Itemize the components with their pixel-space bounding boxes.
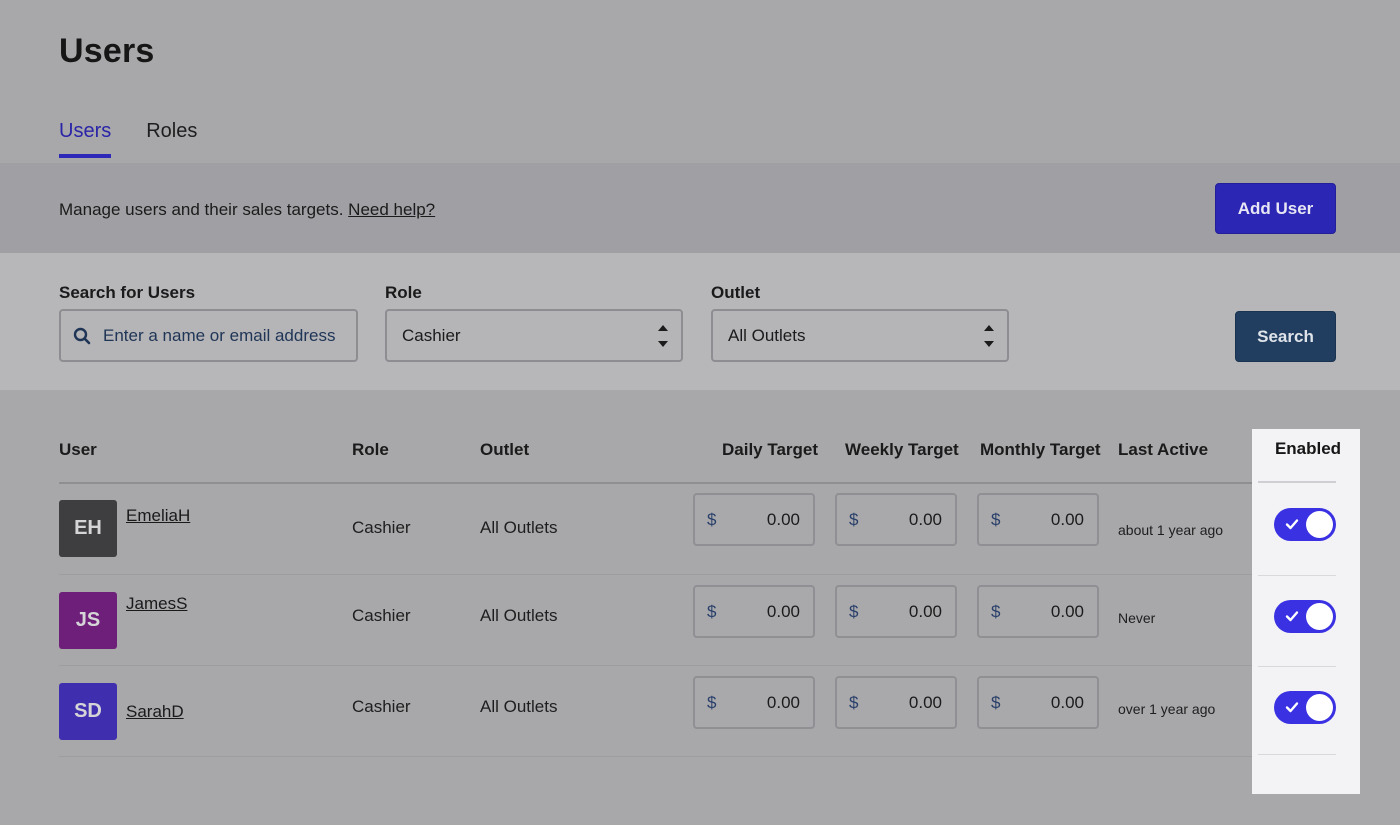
row-divider (1258, 575, 1336, 576)
header-weekly-target: Weekly Target (845, 440, 959, 459)
user-role: Cashier (352, 697, 411, 716)
table-row: EH EmeliaH Cashier All Outlets $ $ $ abo… (59, 484, 1336, 575)
currency-symbol: $ (707, 692, 717, 712)
search-icon (73, 327, 91, 344)
daily-target-field[interactable]: $ (693, 493, 815, 546)
user-role: Cashier (352, 518, 411, 537)
role-select[interactable]: Cashier (385, 309, 683, 362)
currency-symbol: $ (849, 692, 859, 712)
daily-target-input[interactable] (730, 692, 800, 713)
monthly-target-input[interactable] (1014, 509, 1084, 530)
select-arrows-icon (984, 325, 994, 347)
info-band: Manage users and their sales targets. Ne… (0, 163, 1400, 253)
header-outlet: Outlet (480, 440, 530, 459)
weekly-target-field[interactable]: $ (835, 676, 957, 729)
currency-symbol: $ (707, 509, 717, 529)
row-divider (59, 756, 1336, 757)
info-description: Manage users and their sales targets. (59, 200, 344, 219)
table-row: JS JamesS Cashier All Outlets $ $ $ Neve… (59, 575, 1336, 666)
search-field[interactable] (59, 309, 358, 362)
header-role: Role (352, 440, 389, 459)
row-divider (1258, 754, 1336, 755)
monthly-target-field[interactable]: $ (977, 676, 1099, 729)
search-label: Search for Users (59, 283, 196, 302)
tab-bar: Users Roles (59, 120, 197, 158)
users-page: Users Users Roles Manage users and their… (0, 0, 1400, 825)
daily-target-field[interactable]: $ (693, 585, 815, 638)
currency-symbol: $ (991, 601, 1001, 621)
info-text: Manage users and their sales targets. Ne… (59, 200, 435, 220)
daily-target-field[interactable]: $ (693, 676, 815, 729)
enabled-toggle[interactable] (1274, 508, 1336, 541)
header-divider (1258, 481, 1336, 483)
monthly-target-field[interactable]: $ (977, 493, 1099, 546)
table-row: SD SarahD Cashier All Outlets $ $ $ over… (59, 666, 1336, 757)
user-name-link[interactable]: EmeliaH (126, 506, 190, 526)
weekly-target-input[interactable] (872, 509, 942, 530)
toggle-knob (1306, 603, 1333, 630)
check-icon (1285, 611, 1299, 622)
weekly-target-input[interactable] (872, 692, 942, 713)
currency-symbol: $ (849, 601, 859, 621)
header-last-active: Last Active (1118, 440, 1209, 459)
tab-users[interactable]: Users (59, 120, 112, 158)
user-name-link[interactable]: SarahD (126, 702, 184, 722)
user-role: Cashier (352, 606, 411, 625)
monthly-target-input[interactable] (1014, 692, 1084, 713)
header-monthly-target: Monthly Target (980, 440, 1101, 459)
add-user-button[interactable]: Add User (1215, 183, 1336, 234)
role-select-value: Cashier (402, 325, 461, 345)
check-icon (1285, 702, 1299, 713)
last-active: about 1 year ago (1118, 522, 1224, 538)
toggle-knob (1306, 511, 1333, 538)
weekly-target-field[interactable]: $ (835, 585, 957, 638)
weekly-target-input[interactable] (872, 601, 942, 622)
page-title: Users (59, 32, 155, 70)
enabled-toggle[interactable] (1274, 691, 1336, 724)
user-outlet: All Outlets (480, 518, 558, 537)
currency-symbol: $ (991, 509, 1001, 529)
outlet-label: Outlet (711, 283, 761, 302)
daily-target-input[interactable] (730, 601, 800, 622)
monthly-target-field[interactable]: $ (977, 585, 1099, 638)
filter-band: Search for Users Role Cashier Outlet All… (0, 253, 1400, 390)
users-table: User Role Outlet Daily Target Weekly Tar… (0, 390, 1400, 825)
last-active: over 1 year ago (1118, 701, 1216, 717)
avatar: EH (59, 500, 117, 557)
outlet-select[interactable]: All Outlets (711, 309, 1009, 362)
outlet-select-value: All Outlets (728, 325, 806, 345)
header-enabled: Enabled (1274, 439, 1342, 458)
daily-target-input[interactable] (730, 509, 800, 530)
search-button[interactable]: Search (1235, 311, 1336, 362)
check-icon (1285, 519, 1299, 530)
header-user: User (59, 440, 97, 459)
user-outlet: All Outlets (480, 606, 558, 625)
currency-symbol: $ (707, 601, 717, 621)
select-arrows-icon (658, 325, 668, 347)
user-name-link[interactable]: JamesS (126, 594, 187, 614)
toggle-knob (1306, 694, 1333, 721)
last-active: Never (1118, 610, 1156, 626)
monthly-target-input[interactable] (1014, 601, 1084, 622)
weekly-target-field[interactable]: $ (835, 493, 957, 546)
avatar: SD (59, 683, 117, 740)
enabled-toggle[interactable] (1274, 600, 1336, 633)
need-help-link[interactable]: Need help? (348, 200, 435, 219)
row-divider (1258, 666, 1336, 667)
currency-symbol: $ (849, 509, 859, 529)
user-outlet: All Outlets (480, 697, 558, 716)
tab-roles[interactable]: Roles (146, 120, 197, 157)
avatar: JS (59, 592, 117, 649)
header-daily-target: Daily Target (722, 440, 819, 459)
search-input[interactable] (103, 325, 343, 346)
currency-symbol: $ (991, 692, 1001, 712)
role-label: Role (385, 283, 422, 302)
enabled-column: Enabled (1252, 429, 1360, 794)
